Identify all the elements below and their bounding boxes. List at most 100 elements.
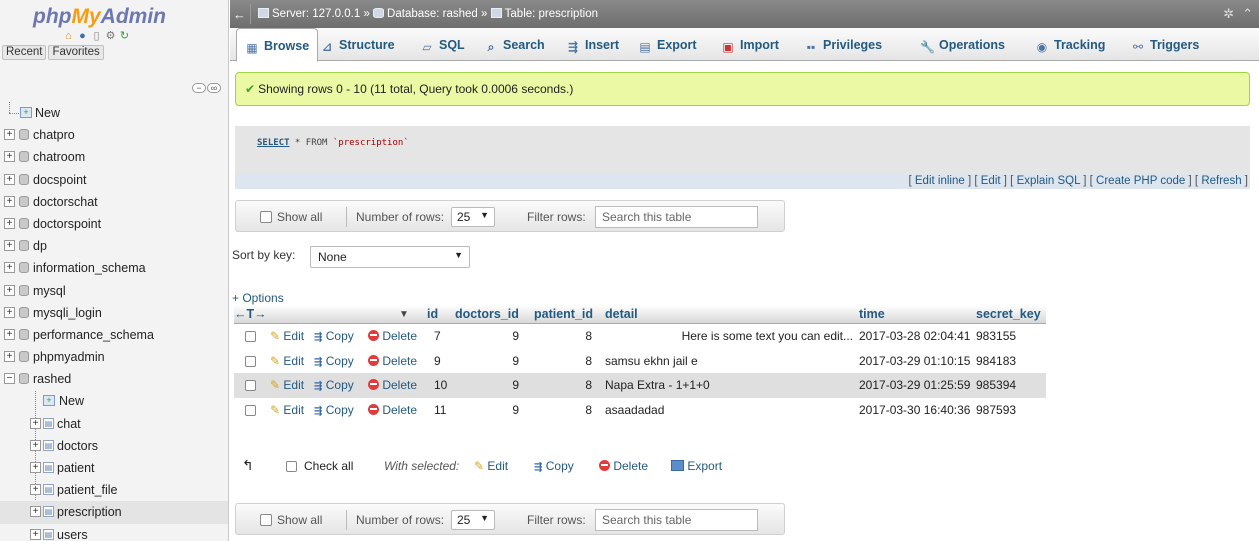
tab-operations[interactable]: 🔧 Operations [920, 28, 1005, 61]
expand-icon[interactable]: + [4, 262, 15, 274]
edit-inline-link[interactable]: Edit inline [915, 175, 965, 187]
bulk-delete-button[interactable]: Delete [599, 459, 648, 473]
tab-tracking[interactable]: ◉ Tracking [1035, 28, 1106, 61]
table-row[interactable]: ✎ Edit ⇶ Copy Delete 11 9 8 asaadadad 20… [234, 397, 1046, 422]
table-row[interactable]: ✎ Edit ⇶ Copy Delete 10 9 8 Napa Extra -… [234, 373, 1046, 398]
filter-rows-input[interactable]: Search this table [595, 509, 758, 531]
tree-table-users[interactable]: + ▤ users [0, 524, 228, 541]
expand-icon[interactable]: + [30, 506, 41, 518]
tab-privileges[interactable]: ▪▪ Privileges [804, 28, 882, 61]
options-toggle[interactable]: + Options [232, 291, 284, 305]
expand-icon[interactable]: + [30, 439, 41, 451]
refresh-link[interactable]: Refresh [1201, 175, 1241, 187]
link-icon[interactable]: ∞ [207, 83, 221, 93]
row-delete-action[interactable]: Delete [368, 329, 417, 343]
row-delete-action[interactable]: Delete [368, 354, 417, 368]
tree-new-database[interactable]: + New [0, 102, 228, 124]
reload-icon[interactable]: ↻ [118, 30, 131, 43]
sort-by-key-select[interactable]: None ▼ [310, 246, 470, 268]
expand-icon[interactable]: + [30, 484, 41, 496]
row-checkbox[interactable] [245, 404, 256, 416]
breadcrumb-database[interactable]: Database: rashed [387, 8, 478, 20]
tab-insert[interactable]: ⇶ Insert [566, 28, 619, 61]
phpmyadmin-logo[interactable]: phpMyAdmin [0, 0, 228, 27]
tree-db-docspoint[interactable]: + docspoint [0, 169, 228, 191]
tree-db-rashed[interactable]: − rashed [0, 368, 228, 390]
expand-icon[interactable]: + [4, 151, 15, 163]
tree-db-chatroom[interactable]: + chatroom [0, 146, 228, 168]
col-header-id[interactable]: id [427, 307, 438, 321]
tree-db-doctorspoint[interactable]: + doctorspoint [0, 213, 228, 235]
tree-table-prescription[interactable]: + ▤ prescription [0, 501, 228, 524]
col-header-doctors-id[interactable]: doctors_id [455, 307, 519, 321]
tree-db-phpmyadmin[interactable]: + phpmyadmin [0, 346, 228, 368]
settings-icon[interactable]: ✲ [1223, 6, 1234, 21]
row-edit-action[interactable]: ✎ Edit [270, 378, 304, 392]
col-header-secret-key[interactable]: secret_key [976, 307, 1041, 321]
breadcrumb-table[interactable]: Table: prescription [505, 8, 598, 20]
collapse-all-icon[interactable]: − [192, 83, 206, 93]
row-copy-action[interactable]: ⇶ Copy [314, 378, 354, 392]
expand-icon[interactable]: + [4, 195, 15, 207]
home-icon[interactable]: ⌂ [62, 30, 75, 43]
tab-triggers[interactable]: ⚯ Triggers [1131, 28, 1199, 61]
settings-icon[interactable]: ⚙ [104, 30, 117, 43]
row-copy-action[interactable]: ⇶ Copy [314, 354, 354, 368]
tree-db-performance-schema[interactable]: + performance_schema [0, 324, 228, 346]
row-delete-action[interactable]: Delete [368, 403, 417, 417]
tree-table-chat[interactable]: + ▤ chat [0, 413, 228, 435]
tree-new-table[interactable]: + New [0, 390, 228, 412]
tree-table-doctors[interactable]: + ▤ doctors [0, 435, 228, 457]
tree-db-mysqli-login[interactable]: + mysqli_login [0, 302, 228, 324]
column-arrows[interactable]: ←T→ [234, 307, 267, 321]
table-row[interactable]: ✎ Edit ⇶ Copy Delete 9 9 8 samsu ekhn ja… [234, 348, 1046, 373]
row-edit-action[interactable]: ✎ Edit [270, 354, 304, 368]
expand-icon[interactable]: + [4, 351, 15, 363]
bulk-edit-button[interactable]: ✎ Edit [474, 459, 508, 473]
tree-db-information-schema[interactable]: + information_schema [0, 257, 228, 279]
edit-link[interactable]: Edit [981, 175, 1001, 187]
docs-icon[interactable]: ▯ [90, 30, 103, 43]
num-rows-select[interactable]: 25 ▼ [451, 207, 495, 227]
back-arrow-icon[interactable]: ← [233, 7, 246, 22]
create-php-code-link[interactable]: Create PHP code [1096, 175, 1185, 187]
exit-icon[interactable]: ● [76, 30, 89, 43]
tab-structure[interactable]: ⊿ Structure [320, 28, 395, 61]
tab-sql[interactable]: ▱ SQL [420, 28, 464, 61]
row-delete-action[interactable]: Delete [368, 378, 417, 392]
row-copy-action[interactable]: ⇶ Copy [314, 329, 354, 343]
row-checkbox[interactable] [245, 331, 256, 342]
num-rows-select[interactable]: 25 ▼ [451, 510, 495, 530]
breadcrumb-server[interactable]: Server: 127.0.0.1 [272, 8, 360, 20]
expand-icon[interactable]: + [4, 129, 15, 141]
tab-browse[interactable]: ▦ Browse [236, 28, 319, 62]
expand-icon[interactable]: + [4, 306, 15, 318]
row-checkbox[interactable] [245, 380, 256, 391]
tree-table-patient-file[interactable]: + ▤ patient_file [0, 479, 228, 501]
sql-query-box[interactable]: SELECT * FROM `prescription` [235, 126, 1250, 174]
collapse-icon[interactable]: − [4, 373, 15, 385]
expand-icon[interactable]: + [4, 217, 15, 229]
nav-tab-recent[interactable]: Recent [2, 45, 47, 60]
table-row[interactable]: ✎ Edit ⇶ Copy Delete 7 9 8 Here is some … [234, 324, 1046, 349]
tab-import[interactable]: ▣ Import [721, 28, 779, 61]
expand-icon[interactable]: + [4, 240, 15, 252]
explain-sql-link[interactable]: Explain SQL [1017, 175, 1081, 187]
bulk-export-button[interactable]: Export [671, 459, 722, 473]
expand-icon[interactable]: + [4, 173, 15, 185]
row-edit-action[interactable]: ✎ Edit [270, 329, 304, 343]
row-checkbox[interactable] [245, 355, 256, 367]
show-all-checkbox[interactable] [260, 514, 272, 526]
bulk-copy-button[interactable]: ⇶ Copy [534, 459, 574, 473]
tree-db-mysql[interactable]: + mysql [0, 280, 228, 302]
show-all-label[interactable]: Show all [277, 210, 322, 224]
show-all-checkbox[interactable] [260, 211, 272, 223]
expand-icon[interactable]: + [30, 417, 41, 429]
col-header-time[interactable]: time [859, 307, 885, 321]
check-all-label[interactable]: Check all [304, 459, 353, 473]
col-header-detail[interactable]: detail [605, 307, 638, 321]
expand-icon[interactable]: + [4, 328, 15, 340]
expand-icon[interactable]: + [30, 528, 41, 540]
column-filter-icon[interactable]: ▼ [399, 309, 409, 320]
tree-db-dp[interactable]: + dp [0, 235, 228, 257]
